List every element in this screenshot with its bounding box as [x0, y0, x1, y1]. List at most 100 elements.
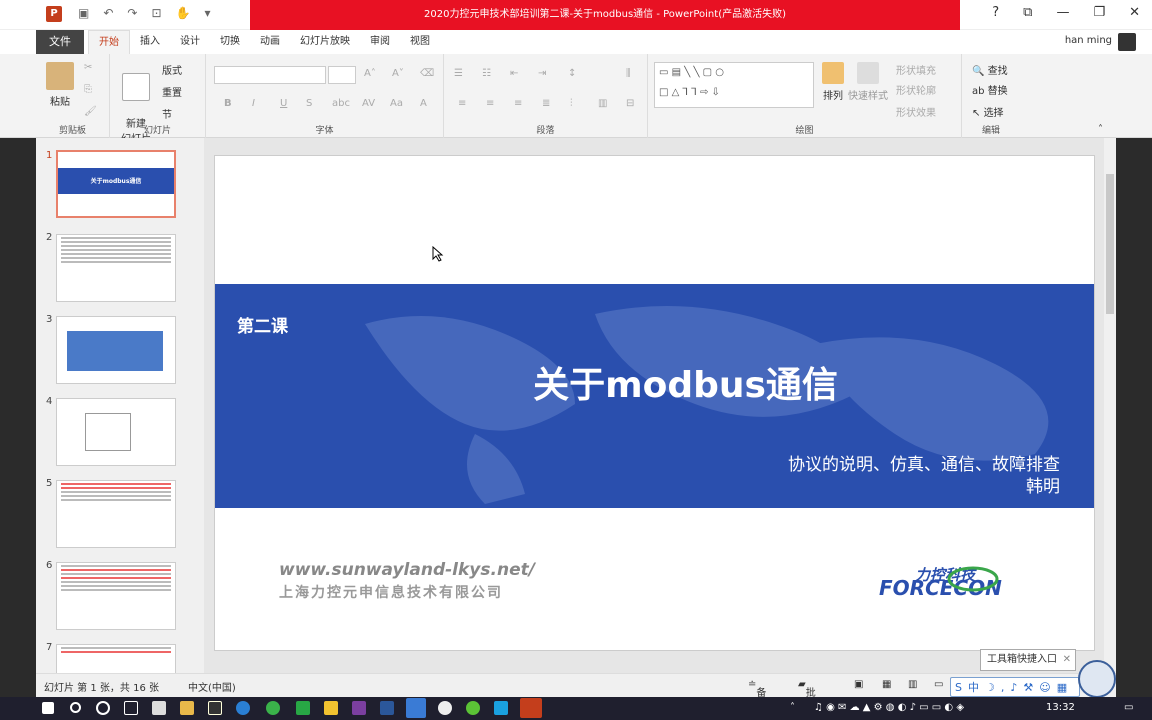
file-tab[interactable]: 文件	[36, 30, 84, 54]
close-popup-icon[interactable]: ✕	[1063, 650, 1071, 670]
app-blue-icon[interactable]	[494, 701, 508, 715]
distributed-icon[interactable]: ⫶	[570, 98, 573, 109]
ime-grid-icon[interactable]: ▦	[1057, 681, 1067, 694]
ime-tools-icon[interactable]: ⚒	[1023, 681, 1033, 694]
undo-icon[interactable]: ↶	[103, 6, 113, 20]
clear-format-icon[interactable]: ⌫	[420, 68, 434, 79]
comments-button[interactable]: ▰ 批注	[798, 679, 816, 714]
bullets-icon[interactable]: ☰	[454, 68, 463, 79]
align-center-icon[interactable]: ≡	[486, 98, 494, 109]
normal-view-icon[interactable]: ▣	[854, 679, 863, 690]
italic-icon[interactable]: I	[252, 98, 255, 109]
ime-punct-icon[interactable]: ,	[1001, 681, 1005, 694]
ime-chinese-icon[interactable]: 中	[968, 679, 979, 695]
tab-insert[interactable]: 插入	[130, 30, 170, 54]
powerpoint-taskbar-icon[interactable]	[520, 698, 542, 718]
numbering-icon[interactable]: ☷	[482, 68, 491, 79]
shape-fill-button[interactable]: 形状填充	[896, 62, 936, 77]
notes-button[interactable]: ≐ 备注	[748, 679, 766, 714]
toolbox-shortcut-popup[interactable]: 工具箱快捷入口 ✕	[980, 649, 1076, 671]
user-name[interactable]: han ming	[1065, 35, 1112, 46]
copy-icon[interactable]: ⎘	[84, 84, 92, 95]
select-button[interactable]: ↖ 选择	[972, 104, 1004, 119]
slide-thumbnail-5[interactable]	[56, 480, 176, 548]
calculator-icon[interactable]	[152, 701, 166, 715]
tray-icons[interactable]: ♫ ◉ ✉ ☁ ▲ ⚙ ◍ ◐ ♪ ▭ ▭ ◐ ◈	[814, 702, 964, 713]
bold-icon[interactable]: B	[224, 98, 232, 109]
app-round-icon[interactable]	[438, 701, 452, 715]
shrink-font-icon[interactable]: A˅	[392, 68, 404, 79]
avatar[interactable]	[1118, 33, 1136, 51]
clock[interactable]: 13:32	[1046, 702, 1075, 713]
scrollbar-thumb[interactable]	[1106, 174, 1114, 314]
shapes-gallery[interactable]: ▭ ▤ ╲ ╲ ▢ ○ □ △ ⅂ ⅂ ⇨ ⇩	[654, 62, 814, 108]
char-spacing-icon[interactable]: AV	[362, 98, 375, 109]
touch-mode-icon[interactable]: ✋	[176, 6, 191, 20]
help-icon[interactable]: ?	[992, 5, 999, 20]
slide-thumbnail-4[interactable]	[56, 398, 176, 466]
ime-s-icon[interactable]: S	[955, 681, 962, 694]
ime-skin-icon[interactable]: ☺	[1039, 681, 1050, 694]
cortana-icon[interactable]	[96, 701, 110, 715]
vertical-scrollbar[interactable]	[1104, 138, 1116, 673]
font-size-select[interactable]	[328, 66, 356, 84]
file-explorer-icon[interactable]	[180, 701, 194, 715]
slideshow-view-icon[interactable]: ▭	[934, 679, 943, 690]
notifications-icon[interactable]: ▭	[1124, 702, 1133, 713]
powerpoint-app-icon[interactable]: P	[46, 6, 62, 22]
tab-transitions[interactable]: 切换	[210, 30, 250, 54]
close-button[interactable]: ✕	[1129, 5, 1140, 20]
section-button[interactable]: 节	[162, 106, 172, 121]
current-slide[interactable]: 第二课 关于modbus通信 协议的说明、仿真、通信、故障排查 韩明 www.s…	[214, 155, 1095, 651]
font-color-icon[interactable]: A	[420, 98, 427, 109]
wechat-icon[interactable]	[466, 701, 480, 715]
find-button[interactable]: 🔍 查找	[972, 62, 1008, 77]
align-right-icon[interactable]: ≡	[514, 98, 522, 109]
format-painter-icon[interactable]: 🖌	[84, 106, 97, 117]
ime-moon-icon[interactable]: ☽	[985, 681, 995, 694]
sticky-notes-icon[interactable]	[324, 701, 338, 715]
line-spacing-icon[interactable]: ↕	[568, 68, 576, 79]
tab-review[interactable]: 审阅	[360, 30, 400, 54]
tab-animations[interactable]: 动画	[250, 30, 290, 54]
font-name-select[interactable]	[214, 66, 326, 84]
onenote-icon[interactable]	[352, 701, 366, 715]
increase-indent-icon[interactable]: ⇥	[538, 68, 546, 79]
ime-toolbar[interactable]: S 中 ☽ , ♪ ⚒ ☺ ▦	[950, 677, 1080, 697]
shape-effects-button[interactable]: 形状效果	[896, 104, 936, 119]
text-direction-icon[interactable]: ⫼	[626, 68, 631, 79]
slide-thumbnail-3[interactable]	[56, 316, 176, 384]
change-case-icon[interactable]: Aa	[390, 98, 403, 109]
app-green-icon[interactable]	[296, 701, 310, 715]
tab-design[interactable]: 设计	[170, 30, 210, 54]
slide-thumbnail-2[interactable]	[56, 234, 176, 302]
customize-qat-icon[interactable]: ▾	[204, 6, 210, 20]
slide-thumbnail-1[interactable]: 关于modbus通信	[56, 150, 176, 218]
slide-thumbnail-6[interactable]	[56, 562, 176, 630]
reading-view-icon[interactable]: ▥	[908, 679, 917, 690]
tab-home[interactable]: 开始	[88, 30, 130, 54]
language-indicator[interactable]: 中文(中国)	[188, 679, 236, 694]
columns-icon[interactable]: ▥	[598, 98, 607, 109]
minimize-button[interactable]: —	[1056, 5, 1069, 20]
reset-button[interactable]: 重置	[162, 84, 182, 99]
word-icon[interactable]	[380, 701, 394, 715]
align-left-icon[interactable]: ≡	[458, 98, 466, 109]
ribbon-display-icon[interactable]: ⧉	[1023, 5, 1032, 20]
shadow-icon[interactable]: S	[306, 98, 312, 109]
align-text-icon[interactable]: ⊟	[626, 98, 634, 109]
edge-icon[interactable]	[236, 701, 250, 715]
windows-start-icon[interactable]	[42, 702, 54, 714]
save-icon[interactable]: ▣	[78, 6, 89, 20]
cut-icon[interactable]: ✂	[84, 62, 92, 73]
paste-button[interactable]: 粘贴	[42, 62, 78, 108]
task-view-icon[interactable]	[124, 701, 138, 715]
shape-outline-button[interactable]: 形状轮廓	[896, 82, 936, 97]
collapse-ribbon-icon[interactable]: ˄	[1098, 124, 1103, 135]
underline-icon[interactable]: U	[280, 98, 287, 109]
search-icon[interactable]	[70, 702, 81, 713]
slide-thumbnails-pane[interactable]: 1 关于modbus通信 2 3 4 5 6 7	[36, 138, 204, 673]
floating-assistant-icon[interactable]	[1078, 660, 1116, 698]
tab-view[interactable]: 视图	[400, 30, 440, 54]
layout-button[interactable]: 版式	[162, 62, 182, 77]
